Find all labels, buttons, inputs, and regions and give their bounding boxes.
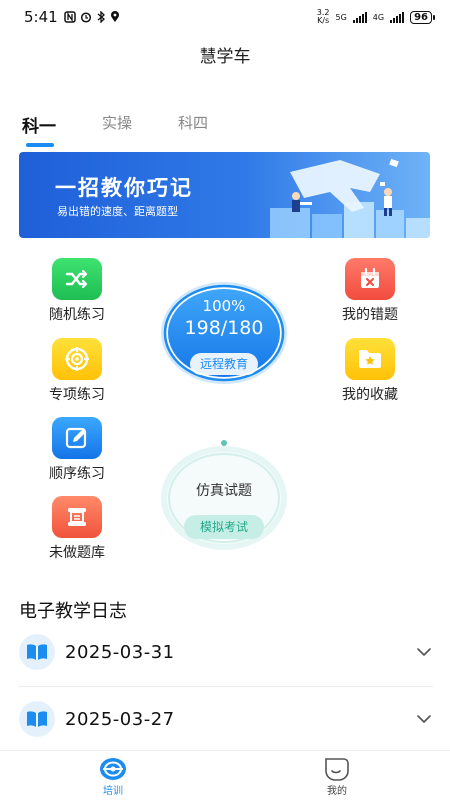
my-favorites-label: 我的收藏 — [342, 387, 398, 403]
subject-tabs: 科一 实操 科四 — [22, 112, 208, 147]
status-left: 5:41 — [24, 8, 120, 26]
exam-title: 仿真试题 — [196, 483, 252, 499]
tab-shi-cao[interactable]: 实操 — [102, 112, 132, 137]
log-entry-date: 2025-03-31 — [65, 641, 175, 663]
signal-icon-2 — [390, 11, 405, 23]
my-mistakes-button[interactable]: 我的错题 — [320, 258, 420, 324]
banner-subtitle: 易出错的速度、距离题型 — [57, 205, 178, 218]
chevron-down-icon[interactable] — [415, 710, 433, 728]
book-icon — [19, 634, 55, 670]
status-bar: 5:41 3.2 K/s 5G 4G 96 — [0, 0, 450, 34]
network-4g-label: 4G — [372, 12, 385, 22]
mock-exam-button[interactable]: 模拟考试 — [184, 515, 264, 539]
log-entry[interactable]: 2025-03-31 — [19, 622, 433, 682]
nfc-icon — [63, 11, 76, 23]
banner-title: 一招教你巧记 — [55, 176, 193, 200]
calendar-x-icon — [345, 258, 395, 300]
special-practice-label: 专项练习 — [49, 387, 105, 403]
alarm-icon — [80, 12, 91, 23]
promo-banner[interactable]: 一招教你巧记 易出错的速度、距离题型 — [19, 152, 430, 238]
shuffle-icon — [52, 258, 102, 300]
status-time: 5:41 — [24, 8, 58, 26]
sequential-practice-label: 顺序练习 — [49, 466, 105, 482]
nav-profile-label: 我的 — [327, 786, 347, 797]
bottom-nav: 培训 我的 — [0, 750, 450, 800]
log-entry-date: 2025-03-27 — [65, 708, 175, 730]
net-speed: 3.2 K/s — [317, 9, 330, 25]
network-5g-label: 5G — [335, 12, 347, 22]
bluetooth-icon — [97, 11, 105, 23]
page-title: 慧学车 — [199, 47, 251, 67]
nav-training[interactable]: 培训 — [83, 757, 143, 797]
teaching-log-title: 电子教学日志 — [19, 601, 127, 622]
progress-percent: 100% — [202, 297, 246, 315]
my-favorites-button[interactable]: 我的收藏 — [320, 338, 420, 404]
undone-questions-label: 未做题库 — [49, 545, 105, 561]
simulation-exam-card[interactable]: 仿真试题 模拟考试 — [160, 440, 288, 552]
scroll-icon — [52, 496, 102, 538]
random-practice-button[interactable]: 随机练习 — [27, 258, 127, 324]
chevron-down-icon[interactable] — [415, 643, 433, 661]
random-practice-label: 随机练习 — [49, 307, 105, 323]
my-mistakes-label: 我的错题 — [342, 307, 398, 323]
nav-training-label: 培训 — [103, 786, 123, 797]
log-entry[interactable]: 2025-03-27 — [19, 689, 433, 749]
target-icon — [52, 338, 102, 380]
book-icon — [19, 701, 55, 737]
divider — [19, 686, 433, 687]
banner-illustration — [270, 158, 430, 238]
star-folder-icon — [345, 338, 395, 380]
remote-education-progress[interactable]: 100% 198/180 远程教育 — [160, 281, 288, 385]
nav-profile[interactable]: 我的 — [307, 757, 367, 797]
net-speed-unit: K/s — [317, 16, 330, 25]
remote-education-button[interactable]: 远程教育 — [190, 353, 258, 375]
undone-questions-button[interactable]: 未做题库 — [27, 496, 127, 562]
status-notification-icons — [63, 11, 120, 23]
special-practice-button[interactable]: 专项练习 — [27, 338, 127, 404]
tab-ke-si[interactable]: 科四 — [178, 112, 208, 137]
signal-icon — [352, 11, 367, 23]
profile-face-icon — [323, 757, 351, 781]
steering-wheel-icon — [99, 757, 127, 781]
sequential-practice-button[interactable]: 顺序练习 — [27, 417, 127, 483]
status-right: 3.2 K/s 5G 4G 96 — [317, 9, 435, 25]
tab-ke-yi[interactable]: 科一 — [22, 112, 56, 147]
edit-icon — [52, 417, 102, 459]
location-icon — [110, 11, 119, 22]
battery-indicator: 96 — [410, 10, 435, 24]
progress-count: 198/180 — [184, 317, 264, 339]
